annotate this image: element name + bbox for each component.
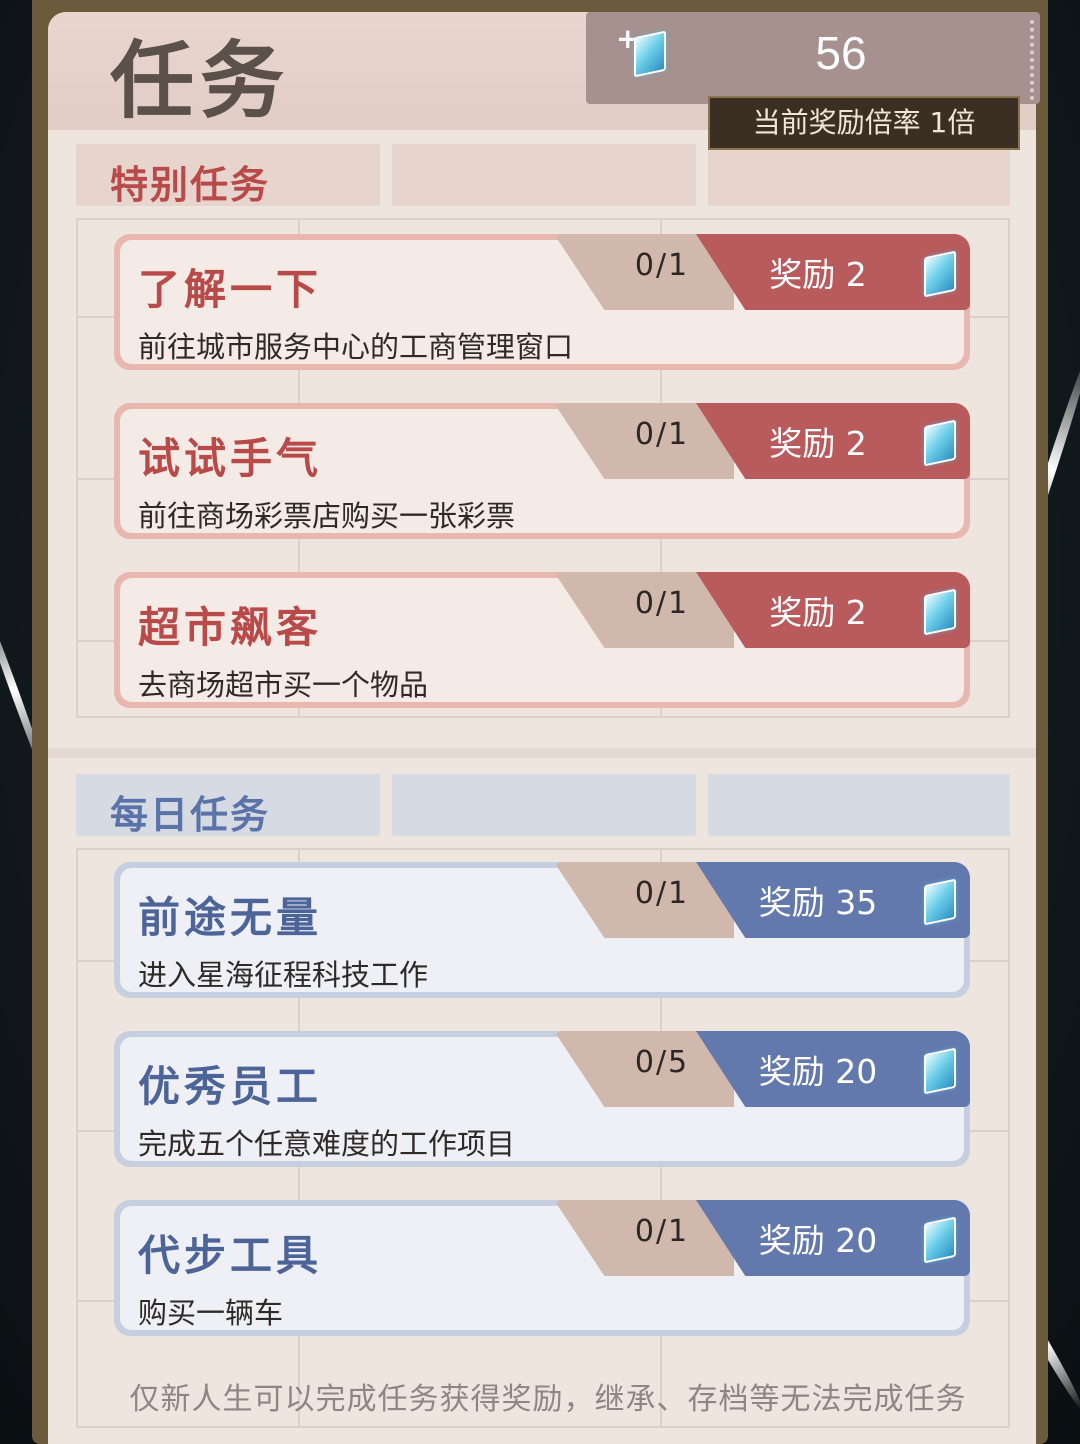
section-tab-placeholder <box>708 144 1010 206</box>
crystal-icon <box>634 30 666 78</box>
task-card[interactable]: 超市飙客 去商场超市买一个物品 0/1 奖励 2 <box>114 572 970 708</box>
task-progress: 0/1 <box>634 876 690 911</box>
task-card[interactable]: 优秀员工 完成五个任意难度的工作项目 0/5 奖励 20 <box>114 1031 970 1167</box>
crystal-icon <box>924 588 956 636</box>
task-title: 试试手气 <box>138 434 323 483</box>
task-card[interactable]: 代步工具 购买一辆车 0/1 奖励 20 <box>114 1200 970 1336</box>
crystal-icon <box>924 1047 956 1095</box>
reward-label: 奖励 2 <box>769 593 867 632</box>
task-title: 前途无量 <box>138 893 323 942</box>
task-progress: 0/5 <box>634 1045 690 1080</box>
footer-note: 仅新人生可以完成任务获得奖励，继承、存档等无法完成任务 <box>129 1382 967 1417</box>
task-progress: 0/1 <box>634 586 690 621</box>
page-title: 任务 <box>110 32 291 130</box>
task-card[interactable]: 前途无量 进入星海征程科技工作 0/1 奖励 35 <box>114 862 970 998</box>
crystal-icon <box>924 1216 956 1264</box>
dotted-edge <box>1030 20 1070 100</box>
task-title: 优秀员工 <box>138 1062 323 1111</box>
section-tab-placeholder <box>708 774 1010 836</box>
task-progress: 0/1 <box>634 417 690 452</box>
section-tab-placeholder <box>392 774 696 836</box>
section-divider <box>48 748 1036 758</box>
task-card[interactable]: 了解一下 前往城市服务中心的工商管理窗口 0/1 奖励 2 <box>114 234 970 370</box>
section-tab-daily[interactable]: 每日任务 <box>76 774 380 837</box>
reward-label: 奖励 2 <box>769 255 867 294</box>
task-progress: 0/1 <box>634 1214 690 1249</box>
reward-multiplier-badge: 当前奖励倍率 1倍 <box>708 96 1020 150</box>
task-description: 前往城市服务中心的工商管理窗口 <box>138 330 574 364</box>
currency-value: 56 <box>815 27 867 79</box>
reward-label: 奖励 35 <box>758 883 878 922</box>
crystal-icon <box>924 250 956 298</box>
task-title: 了解一下 <box>138 265 323 314</box>
task-title: 代步工具 <box>138 1231 323 1280</box>
task-title: 超市飙客 <box>138 603 323 652</box>
task-description: 完成五个任意难度的工作项目 <box>138 1127 516 1161</box>
task-description: 去商场超市买一个物品 <box>138 668 429 702</box>
task-description: 购买一辆车 <box>138 1296 284 1330</box>
task-description: 进入星海征程科技工作 <box>138 958 429 992</box>
reward-label: 奖励 20 <box>758 1221 878 1260</box>
section-title-daily: 每日任务 <box>110 793 271 837</box>
crystal-icon <box>924 878 956 926</box>
task-progress: 0/1 <box>634 248 690 283</box>
section-tab-special[interactable]: 特别任务 <box>76 144 380 207</box>
section-tab-placeholder <box>392 144 696 206</box>
task-description: 前往商场彩票店购买一张彩票 <box>138 499 516 533</box>
crystal-icon <box>924 419 956 467</box>
reward-label: 奖励 2 <box>769 424 867 463</box>
section-title-special: 特别任务 <box>110 163 271 207</box>
task-card[interactable]: 试试手气 前往商场彩票店购买一张彩票 0/1 奖励 2 <box>114 403 970 539</box>
reward-label: 奖励 20 <box>758 1052 878 1091</box>
